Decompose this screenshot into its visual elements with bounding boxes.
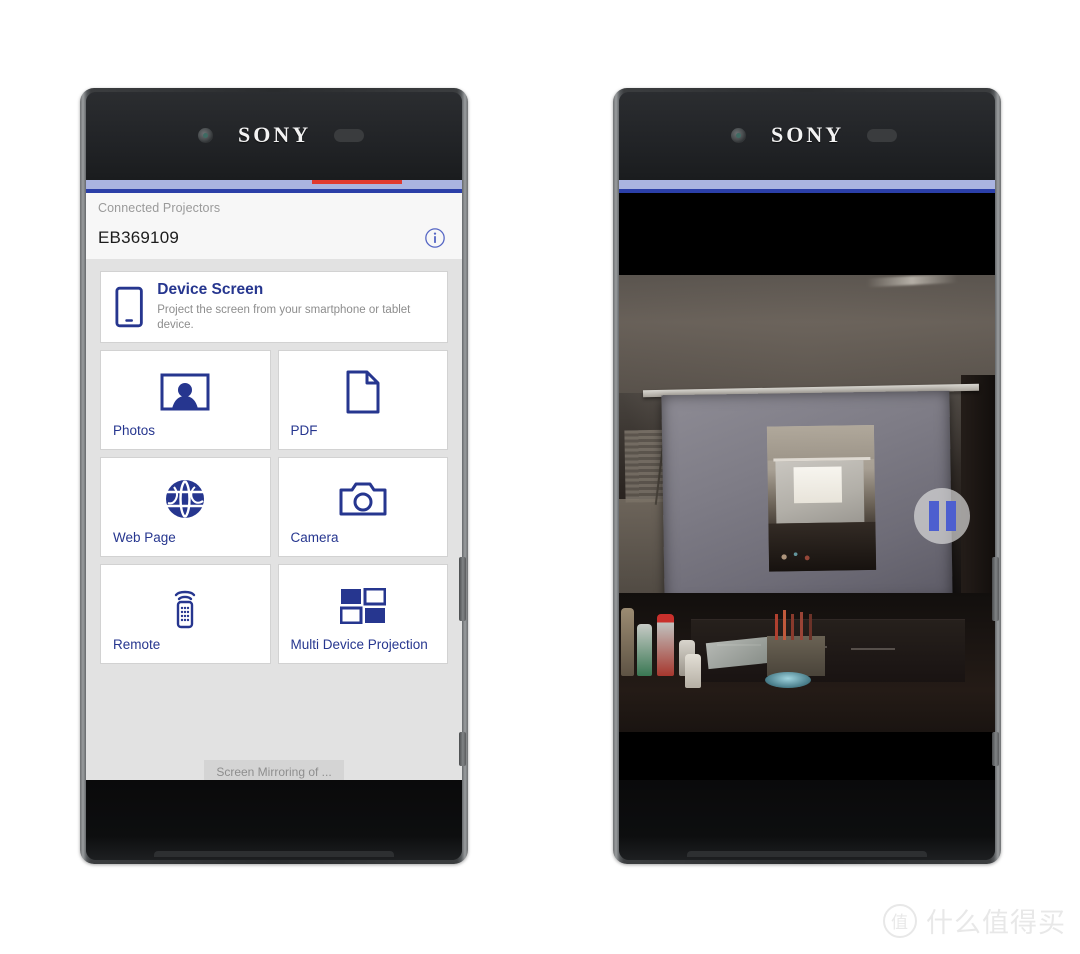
camera-icon bbox=[291, 468, 436, 530]
recursive-wall bbox=[766, 424, 875, 461]
smartphone-icon bbox=[115, 286, 143, 328]
tile-multi-device-projection-label: Multi Device Projection bbox=[290, 637, 428, 653]
photo-viewer[interactable] bbox=[619, 193, 995, 780]
tile-camera-label: Camera bbox=[290, 530, 339, 546]
tile-device-screen-subtitle: Project the screen from your smartphone … bbox=[157, 304, 411, 331]
progress-bar bbox=[619, 180, 995, 189]
earpiece-sensor bbox=[334, 129, 364, 142]
sony-brand-logo: SONY bbox=[238, 122, 312, 147]
photo-bag bbox=[621, 608, 634, 676]
phone-top-bezel: SONY bbox=[86, 92, 462, 180]
tile-device-screen[interactable]: Device Screen Project the screen from yo… bbox=[100, 271, 448, 343]
phone-bottom-bezel bbox=[86, 780, 462, 860]
earpiece-sensor bbox=[867, 129, 897, 142]
app-header: Connected Projectors EB369109 bbox=[86, 193, 462, 259]
photo-projector-screen bbox=[661, 390, 953, 605]
phone-right: SONY bbox=[613, 88, 1001, 864]
photo-portrait-icon bbox=[113, 361, 258, 423]
phone-body: SONY bbox=[619, 92, 999, 860]
phone-left-screen: Connected Projectors EB369109 Device Scr… bbox=[86, 180, 462, 780]
tile-pdf-label: PDF bbox=[290, 423, 318, 439]
projector-row[interactable]: EB369109 bbox=[98, 227, 450, 249]
tile-web-page-label: Web Page bbox=[113, 530, 176, 546]
sony-brand-logo: SONY bbox=[771, 122, 845, 147]
tile-photos[interactable]: Photos bbox=[100, 350, 271, 450]
globe-icon bbox=[113, 468, 258, 530]
document-page-icon bbox=[291, 361, 436, 423]
pause-icon-bar-left bbox=[928, 501, 939, 531]
tile-web-page[interactable]: Web Page bbox=[100, 457, 271, 557]
pen bbox=[800, 612, 803, 640]
photo-bottle bbox=[657, 614, 674, 676]
photo-bottle bbox=[637, 624, 652, 676]
phone-body: SONY Connected Projectors EB369109 Devic… bbox=[86, 92, 466, 860]
recursive-screen bbox=[775, 460, 865, 524]
phone-top-bezel: SONY bbox=[619, 92, 995, 180]
tile-grid-rows: Photos PDF Web Page Camera Remote Multi … bbox=[100, 350, 448, 664]
pen bbox=[783, 610, 786, 640]
tile-photos-label: Photos bbox=[113, 423, 156, 439]
photo-pen-holder bbox=[767, 610, 825, 676]
photo-wall bbox=[619, 275, 995, 393]
app-tile-grid: Device Screen Project the screen from yo… bbox=[86, 259, 462, 780]
remote-control-icon bbox=[113, 575, 258, 637]
photo-jar bbox=[685, 654, 701, 688]
info-circle-icon[interactable] bbox=[424, 227, 446, 249]
power-button[interactable] bbox=[459, 557, 466, 621]
volume-button[interactable] bbox=[459, 732, 466, 766]
photo-recursive-image bbox=[766, 424, 877, 572]
power-button[interactable] bbox=[992, 557, 999, 621]
pen bbox=[775, 614, 778, 640]
phone-bottom-bezel bbox=[619, 780, 995, 860]
tile-device-screen-title: Device Screen bbox=[157, 281, 264, 299]
progress-bar-red-segment bbox=[311, 180, 402, 184]
phone-left: SONY Connected Projectors EB369109 Devic… bbox=[80, 88, 468, 864]
volume-button[interactable] bbox=[992, 732, 999, 766]
screen-mirroring-button[interactable]: Screen Mirroring of ... bbox=[204, 760, 344, 780]
tile-camera[interactable]: Camera bbox=[277, 457, 448, 557]
pen bbox=[791, 614, 794, 640]
watermark: 值 什么值得买 bbox=[883, 901, 1066, 940]
phone-right-screen bbox=[619, 180, 995, 780]
pen bbox=[809, 614, 812, 640]
watermark-text: 什么值得买 bbox=[926, 908, 1066, 939]
watermark-badge: 值 bbox=[883, 903, 917, 938]
tile-remote[interactable]: Remote bbox=[100, 564, 271, 664]
photo-bowl bbox=[765, 672, 811, 688]
projector-name: EB369109 bbox=[98, 228, 180, 247]
pause-button[interactable] bbox=[914, 488, 970, 544]
cabinet-handle bbox=[851, 648, 895, 650]
front-camera-icon bbox=[731, 128, 746, 143]
tile-remote-label: Remote bbox=[113, 637, 161, 653]
recursive-desk-clutter bbox=[774, 540, 822, 568]
photo-right-column bbox=[961, 375, 995, 622]
progress-bar bbox=[86, 180, 462, 189]
connected-projectors-label: Connected Projectors bbox=[98, 201, 221, 215]
pause-icon-bar-right bbox=[945, 501, 956, 531]
front-camera-icon bbox=[198, 128, 213, 143]
recursive-bright-area bbox=[793, 466, 843, 504]
four-panes-icon bbox=[291, 575, 436, 637]
tile-multi-device-projection[interactable]: Multi Device Projection bbox=[277, 564, 448, 664]
tile-pdf[interactable]: PDF bbox=[277, 350, 448, 450]
